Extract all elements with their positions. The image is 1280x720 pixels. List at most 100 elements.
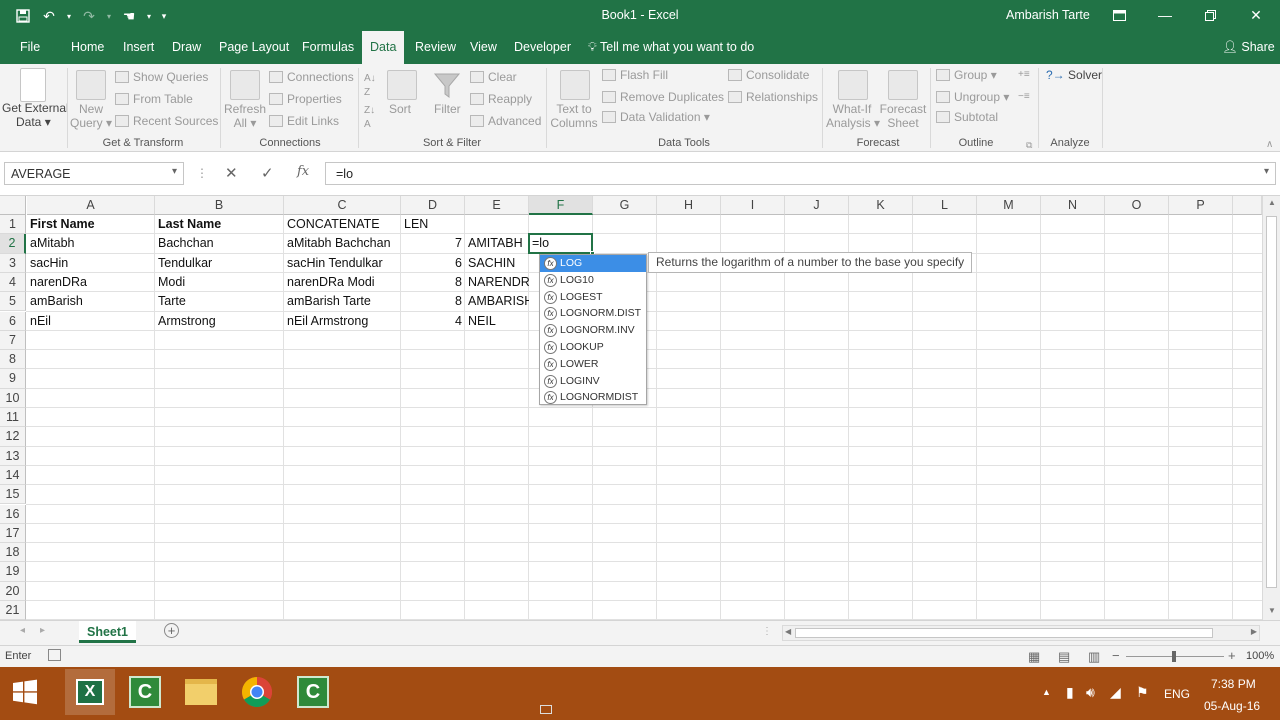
- row-header-1[interactable]: 1: [0, 215, 26, 235]
- new-query-button[interactable]: New Query ▾: [70, 102, 112, 130]
- zoom-out-icon[interactable]: −: [1112, 648, 1120, 663]
- cell-c3[interactable]: sacHin Tendulkar: [284, 254, 401, 273]
- zoom-slider[interactable]: [1126, 651, 1224, 662]
- autocomplete-item[interactable]: fx LOGNORMDIST: [540, 389, 646, 406]
- cancel-icon[interactable]: ✕: [225, 164, 238, 182]
- taskbar-file-explorer[interactable]: [176, 669, 226, 715]
- data-validation-button[interactable]: Data Validation ▾: [602, 110, 710, 124]
- reapply-button[interactable]: Reapply: [470, 92, 532, 106]
- row-header-3[interactable]: 3: [0, 253, 26, 273]
- row-header-21[interactable]: 21: [0, 601, 26, 620]
- edit-links-button[interactable]: Edit Links: [269, 114, 339, 128]
- row-header-20[interactable]: 20: [0, 581, 26, 601]
- taskbar-chrome[interactable]: [232, 669, 282, 715]
- row-header-7[interactable]: 7: [0, 330, 26, 351]
- cell-d6[interactable]: 4: [401, 312, 465, 331]
- horizontal-scroll-thumb[interactable]: [795, 628, 1213, 638]
- cell-d2[interactable]: 7: [401, 234, 465, 253]
- remove-duplicates-button[interactable]: Remove Duplicates: [602, 90, 724, 104]
- autocomplete-item[interactable]: fx LOGNORM.INV: [540, 322, 646, 339]
- column-header-d[interactable]: D: [401, 196, 465, 215]
- flash-fill-button[interactable]: Flash Fill: [602, 68, 668, 82]
- keyboard-icon[interactable]: [540, 705, 552, 714]
- name-box[interactable]: AVERAGE ▾: [4, 162, 184, 185]
- column-header-h[interactable]: H: [657, 196, 721, 215]
- row-header-14[interactable]: 14: [0, 465, 26, 486]
- ungroup-button[interactable]: Ungroup ▾: [936, 90, 1009, 104]
- connections-button[interactable]: Connections: [269, 70, 354, 84]
- cell-b6[interactable]: Armstrong: [155, 312, 284, 331]
- cell-e6[interactable]: NEIL: [465, 312, 529, 331]
- expand-formula-bar-icon[interactable]: ▾: [1264, 166, 1269, 177]
- get-external-data-button[interactable]: Get External Data ▾: [2, 101, 69, 129]
- clock-date[interactable]: 05-Aug-16: [1204, 699, 1260, 713]
- zoom-in-icon[interactable]: +: [1228, 648, 1236, 663]
- row-header-9[interactable]: 9: [0, 369, 26, 389]
- row-header-2[interactable]: 2: [0, 234, 26, 254]
- recent-sources-button[interactable]: Recent Sources: [115, 114, 218, 128]
- cell-b1[interactable]: Last Name: [155, 215, 284, 234]
- row-header-16[interactable]: 16: [0, 504, 26, 524]
- tab-view[interactable]: View: [470, 40, 497, 54]
- column-header-a[interactable]: A: [27, 196, 155, 215]
- cell-a1[interactable]: First Name: [27, 215, 155, 234]
- action-center-flag-icon[interactable]: ⚑: [1136, 684, 1149, 701]
- page-break-view-icon[interactable]: ▥: [1088, 649, 1100, 665]
- row-header-8[interactable]: 8: [0, 350, 26, 370]
- autocomplete-item[interactable]: fx LOG10: [540, 272, 646, 289]
- close-icon[interactable]: ✕: [1243, 4, 1269, 26]
- cell-a3[interactable]: sacHin: [27, 254, 155, 273]
- column-header-n[interactable]: N: [1041, 196, 1105, 215]
- row-header-10[interactable]: 10: [0, 388, 26, 408]
- show-hidden-icons-icon[interactable]: ▲: [1042, 687, 1051, 697]
- column-header-i[interactable]: I: [721, 196, 785, 215]
- relationships-button[interactable]: Relationships: [728, 90, 818, 104]
- row-header-18[interactable]: 18: [0, 543, 26, 563]
- vertical-scroll-thumb[interactable]: [1266, 216, 1277, 588]
- start-button[interactable]: [0, 669, 50, 715]
- cell-b3[interactable]: Tendulkar: [155, 254, 284, 273]
- tell-me-box[interactable]: 💡︎ Tell me what you want to do: [588, 40, 754, 55]
- advanced-button[interactable]: Advanced: [470, 114, 541, 128]
- row-header-12[interactable]: 12: [0, 427, 26, 447]
- user-name[interactable]: Ambarish Tarte: [1006, 8, 1090, 22]
- cell-c1[interactable]: CONCATENATE: [284, 215, 401, 234]
- cell-c2[interactable]: aMitabh Bachchan: [284, 234, 401, 253]
- row-header-15[interactable]: 15: [0, 485, 26, 505]
- cell-a5[interactable]: amBarish: [27, 292, 155, 311]
- tab-home[interactable]: Home: [71, 40, 104, 54]
- tab-data[interactable]: Data: [362, 31, 405, 64]
- cell-e4[interactable]: NARENDRA: [465, 273, 529, 292]
- column-header-o[interactable]: O: [1105, 196, 1169, 215]
- column-header-l[interactable]: L: [913, 196, 977, 215]
- taskbar-camtasia-1[interactable]: C: [120, 669, 170, 715]
- cell-c6[interactable]: nEil Armstrong: [284, 312, 401, 331]
- solver-button[interactable]: ?→ Solver: [1046, 68, 1102, 82]
- cell-a2[interactable]: aMitabh: [27, 234, 155, 253]
- scroll-left-icon[interactable]: ◀: [785, 627, 791, 636]
- scroll-right-icon[interactable]: ▶: [1251, 627, 1257, 636]
- subtotal-button[interactable]: Subtotal: [936, 110, 998, 124]
- cell-b2[interactable]: Bachchan: [155, 234, 284, 253]
- cell-b5[interactable]: Tarte: [155, 292, 284, 311]
- autocomplete-item[interactable]: fx LOGNORM.DIST: [540, 305, 646, 322]
- row-header-17[interactable]: 17: [0, 523, 26, 544]
- taskbar-excel[interactable]: X: [65, 669, 115, 715]
- zoom-level[interactable]: 100%: [1246, 650, 1274, 662]
- ribbon-display-options-icon[interactable]: [1106, 4, 1132, 26]
- row-header-11[interactable]: 11: [0, 408, 26, 428]
- horizontal-scrollbar[interactable]: ◀ ▶: [782, 625, 1260, 641]
- properties-button[interactable]: Properties: [269, 92, 342, 106]
- sort-button[interactable]: Sort: [389, 102, 411, 116]
- autocomplete-item[interactable]: fx LOGINV: [540, 373, 646, 390]
- battery-icon[interactable]: ▮: [1066, 684, 1074, 701]
- column-header-k[interactable]: K: [849, 196, 913, 215]
- scroll-down-icon[interactable]: ▼: [1268, 606, 1276, 615]
- row-header-4[interactable]: 4: [0, 272, 26, 293]
- autocomplete-item[interactable]: fx LOG: [540, 255, 646, 272]
- tab-developer[interactable]: Developer: [514, 40, 571, 54]
- share-button[interactable]: 👤︎ Share: [1222, 40, 1275, 55]
- page-layout-view-icon[interactable]: ▤: [1058, 649, 1070, 665]
- outline-settings-icon[interactable]: ⧉: [1026, 138, 1032, 152]
- autocomplete-item[interactable]: fx LOGEST: [540, 289, 646, 306]
